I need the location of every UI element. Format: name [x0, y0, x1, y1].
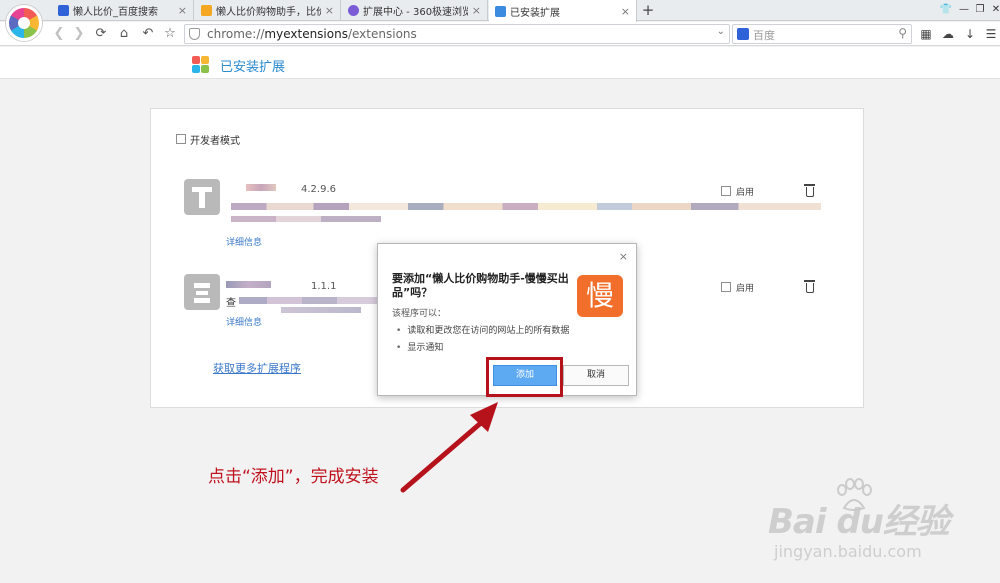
permission-item: 读取和更改您在访问的网站上的所有数据: [396, 323, 569, 336]
tab-installed-extensions[interactable]: 已安装扩展 ×: [489, 0, 637, 22]
navigation-bar: ❮ ❯ ⟳ ⌂ ↶ ☆ chrome://myextensions/extens…: [0, 22, 1000, 46]
search-placeholder: 百度: [753, 29, 775, 42]
skin-icon[interactable]: 👕: [938, 2, 954, 18]
address-input[interactable]: chrome://myextensions/extensions ⌄: [184, 24, 730, 44]
menu-icon[interactable]: ☰: [983, 26, 999, 42]
shopping-favicon-icon: [201, 5, 212, 16]
cancel-button[interactable]: 取消: [563, 365, 629, 386]
tab-extension-center[interactable]: 扩展中心 - 360极速浏览器 ×: [342, 0, 488, 21]
search-icon[interactable]: ⚲: [898, 26, 907, 40]
add-button-highlight-box: [486, 357, 563, 397]
url-dropdown-chevron-icon[interactable]: ⌄: [717, 26, 725, 37]
page-title: 已安装扩展: [220, 60, 286, 75]
dialog-title: 要添加“懒人比价购物助手-慢慢买出品”吗？: [392, 272, 569, 299]
home-icon[interactable]: ⌂: [115, 25, 133, 43]
dialog-close-icon[interactable]: ×: [619, 250, 628, 263]
page-header: 已安装扩展: [0, 47, 1000, 79]
reload-icon[interactable]: ⟳: [92, 25, 110, 43]
download-icon[interactable]: ↓: [962, 26, 978, 42]
tab-strip: 懒人比价_百度搜索 × 懒人比价购物助手，比价插件 × 扩展中心 - 360极速…: [0, 0, 1000, 41]
watermark-url: jingyan.baidu.com: [774, 542, 922, 561]
bookmark-star-icon[interactable]: ☆: [161, 25, 179, 43]
extension-2-enable-label: 启用: [736, 284, 755, 294]
minimize-button[interactable]: —: [956, 2, 972, 18]
url-text[interactable]: chrome://myextensions/extensions: [207, 27, 417, 41]
tab-title: 懒人比价_百度搜索: [73, 7, 158, 18]
baidu-favicon-icon: [58, 5, 69, 16]
tab-lazy-compare-helper[interactable]: 懒人比价购物助手，比价插件 ×: [195, 0, 341, 21]
get-more-extensions-link[interactable]: 获取更多扩展程序: [213, 360, 301, 376]
permission-item: 显示通知: [396, 340, 443, 353]
baidu-search-engine-icon[interactable]: [737, 28, 749, 40]
developer-mode-checkbox[interactable]: [176, 134, 186, 144]
maximize-button[interactable]: ❐: [972, 2, 988, 18]
extension-app-icon: 慢: [577, 275, 623, 317]
tab-close-icon[interactable]: ×: [178, 4, 187, 17]
extensions-favicon-icon: [495, 5, 506, 17]
apps-grid-icon[interactable]: ▦: [918, 26, 934, 42]
extension-2-icon: [184, 274, 220, 310]
close-window-button[interactable]: ✕: [988, 2, 1000, 18]
extension-2-version: 1.1.1: [311, 281, 337, 292]
browser-logo-icon[interactable]: [6, 5, 42, 41]
annotation-text: 点击“添加”，完成安装: [208, 467, 379, 487]
extension-1-enable-checkbox[interactable]: [721, 186, 731, 196]
tab-baidu-search[interactable]: 懒人比价_百度搜索 ×: [52, 0, 194, 21]
extension-1-enable-label: 启用: [736, 188, 755, 198]
search-input[interactable]: 百度 ⚲: [732, 24, 912, 44]
extension-2-name-fragment: 查: [226, 298, 236, 309]
extension-center-favicon-icon: [348, 5, 359, 16]
back-icon[interactable]: ❮: [50, 25, 68, 43]
developer-mode-label: 开发者模式: [190, 136, 240, 147]
extension-1-remove-trash-icon[interactable]: [804, 184, 815, 197]
extension-1-details-link[interactable]: 详细信息: [226, 235, 262, 248]
permissions-header: 该程序可以：: [392, 309, 447, 319]
cloud-sync-icon[interactable]: ☁: [940, 26, 956, 42]
tab-close-icon[interactable]: ×: [325, 4, 334, 17]
tab-close-icon[interactable]: ×: [472, 4, 481, 17]
new-tab-button[interactable]: +: [640, 0, 656, 21]
extension-1-version: 4.2.9.6: [301, 184, 336, 195]
tab-close-icon[interactable]: ×: [621, 5, 630, 18]
extension-1-icon: [184, 179, 220, 215]
forward-icon[interactable]: ❯: [70, 25, 88, 43]
undo-close-icon[interactable]: ↶: [139, 25, 157, 43]
extension-2-enable-checkbox[interactable]: [721, 282, 731, 292]
baidu-jingyan-watermark: Bai du经验: [768, 502, 950, 542]
tab-title: 已安装扩展: [510, 7, 560, 19]
extensions-logo-icon: [192, 56, 209, 73]
extension-2-remove-trash-icon[interactable]: [804, 280, 815, 293]
security-shield-icon: [189, 28, 200, 40]
tab-title: 懒人比价购物助手，比价插件: [216, 7, 321, 18]
tab-title: 扩展中心 - 360极速浏览器: [363, 7, 468, 18]
extension-2-details-link[interactable]: 详细信息: [226, 315, 262, 328]
